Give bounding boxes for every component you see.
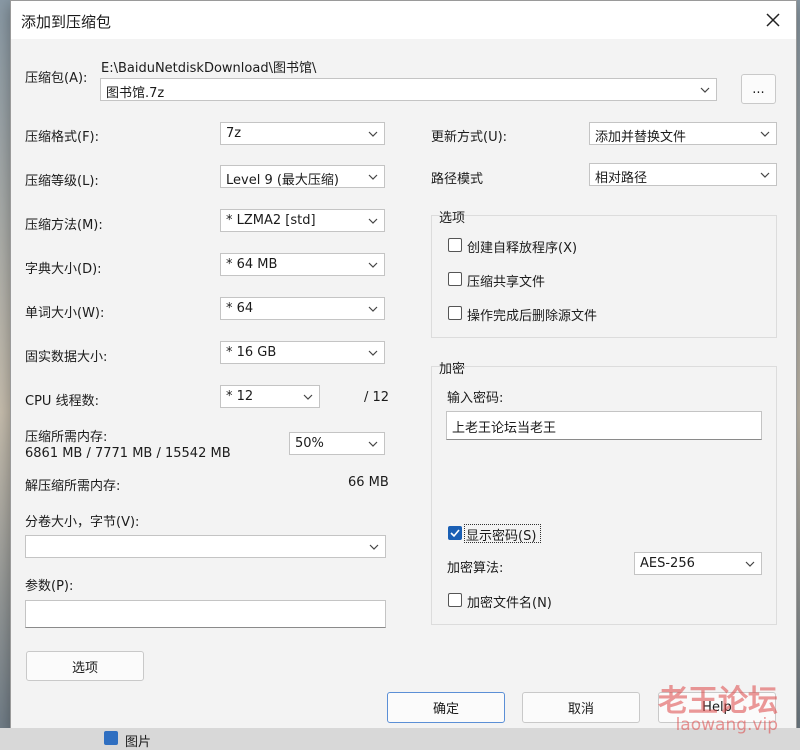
chevron-down-icon	[760, 131, 770, 137]
chevron-down-icon	[368, 131, 378, 137]
format-label: 压缩格式(F):	[25, 130, 100, 145]
show-password-label: 显示密码(S)	[466, 529, 537, 544]
format-select[interactable]: 7z	[220, 122, 385, 145]
cpu-max: / 12	[364, 390, 390, 405]
dict-value: * 64 MB	[226, 257, 278, 272]
mem-detail: 6861 MB / 7771 MB / 15542 MB	[25, 446, 231, 461]
browse-label: ...	[752, 81, 765, 97]
cancel-button[interactable]: 取消	[522, 692, 640, 723]
mem-value: 50%	[295, 436, 324, 451]
method-label: 压缩方法(M):	[25, 218, 103, 233]
chevron-down-icon	[368, 174, 378, 180]
window-title: 添加到压缩包	[21, 13, 112, 31]
archive-label: 压缩包(A):	[25, 71, 88, 86]
archive-name-value: 图书馆.7z	[106, 86, 165, 101]
level-label: 压缩等级(L):	[25, 174, 99, 189]
options-group-title: 选项	[439, 211, 466, 226]
decomp-label: 解压缩所需内存:	[25, 479, 121, 494]
chevron-down-icon	[745, 561, 755, 567]
dict-select[interactable]: * 64 MB	[220, 253, 385, 276]
chevron-down-icon	[760, 172, 770, 178]
sfx-label: 创建自释放程序(X)	[467, 241, 578, 256]
shared-checkbox[interactable]	[448, 272, 462, 286]
level-value: Level 9 (最大压缩)	[226, 173, 339, 188]
cpu-value: * 12	[226, 389, 254, 404]
chevron-down-icon	[368, 441, 378, 447]
watermark-url: laowang.vip	[675, 715, 778, 735]
method-value: * LZMA2 [std]	[226, 213, 316, 228]
encrypt-names-checkbox[interactable]	[448, 593, 462, 607]
algo-label: 加密算法:	[447, 561, 504, 576]
algo-select[interactable]: AES-256	[634, 552, 762, 575]
chevron-down-icon	[369, 544, 379, 550]
pathmode-label: 路径模式	[431, 172, 484, 187]
update-select[interactable]: 添加并替换文件	[589, 122, 777, 145]
pathmode-value: 相对路径	[595, 171, 648, 186]
chevron-down-icon	[368, 218, 378, 224]
watermark-title: 老王论坛	[658, 684, 778, 719]
mem-select[interactable]: 50%	[289, 432, 385, 455]
update-label: 更新方式(U):	[431, 130, 508, 145]
encryption-group-title: 加密	[439, 362, 466, 377]
folder-icon	[104, 731, 118, 745]
solid-value: * 16 GB	[226, 345, 277, 360]
password-input[interactable]: 上老王论坛当老王	[446, 411, 762, 440]
shared-label: 压缩共享文件	[467, 275, 546, 290]
mem-label: 压缩所需内存:	[25, 430, 108, 445]
password-value: 上老王论坛当老王	[452, 421, 557, 436]
close-button[interactable]	[760, 7, 786, 33]
cancel-label: 取消	[567, 702, 594, 717]
chevron-down-icon	[303, 394, 313, 400]
title-bar: 添加到压缩包	[11, 1, 796, 39]
word-select[interactable]: * 64	[220, 297, 385, 320]
solid-label: 固实数据大小:	[25, 350, 108, 365]
word-value: * 64	[226, 301, 254, 316]
options-button-label: 选项	[71, 660, 98, 676]
password-label: 输入密码:	[447, 391, 504, 406]
volume-combo[interactable]	[25, 535, 386, 558]
chevron-down-icon	[368, 306, 378, 312]
solid-select[interactable]: * 16 GB	[220, 341, 385, 364]
level-select[interactable]: Level 9 (最大压缩)	[220, 165, 385, 188]
cpu-select[interactable]: * 12	[220, 385, 320, 408]
ok-button[interactable]: 确定	[387, 692, 505, 723]
close-icon	[766, 13, 780, 27]
params-label: 参数(P):	[25, 579, 74, 594]
sfx-checkbox[interactable]	[448, 238, 462, 252]
add-to-archive-dialog: 添加到压缩包 压缩包(A): E:\BaiduNetdiskDownload\图…	[10, 0, 797, 732]
archive-name-combo[interactable]: 图书馆.7z	[100, 78, 717, 101]
decomp-value: 66 MB	[348, 475, 389, 490]
chevron-down-icon	[368, 350, 378, 356]
params-input[interactable]	[25, 600, 386, 628]
options-button[interactable]: 选项	[26, 651, 144, 681]
format-value: 7z	[226, 126, 242, 141]
chevron-down-icon	[368, 262, 378, 268]
word-label: 单词大小(W):	[25, 306, 105, 321]
update-value: 添加并替换文件	[595, 130, 687, 145]
chevron-down-icon	[700, 87, 710, 93]
checkmark-icon	[450, 529, 460, 538]
delete-source-label: 操作完成后删除源文件	[467, 309, 598, 324]
encrypt-names-label: 加密文件名(N)	[467, 596, 552, 611]
volume-label: 分卷大小，字节(V):	[25, 515, 140, 530]
browse-button[interactable]: ...	[741, 74, 776, 104]
dict-label: 字典大小(D):	[25, 262, 102, 277]
cpu-label: CPU 线程数:	[25, 394, 99, 409]
delete-source-checkbox[interactable]	[448, 306, 462, 320]
pathmode-select[interactable]: 相对路径	[589, 163, 777, 186]
archive-path: E:\BaiduNetdiskDownload\图书馆\	[101, 61, 317, 76]
taskbar-item-label[interactable]: 图片	[125, 731, 151, 750]
algo-value: AES-256	[640, 556, 695, 571]
show-password-checkbox[interactable]	[448, 526, 462, 540]
method-select[interactable]: * LZMA2 [std]	[220, 209, 385, 232]
ok-label: 确定	[432, 702, 459, 717]
